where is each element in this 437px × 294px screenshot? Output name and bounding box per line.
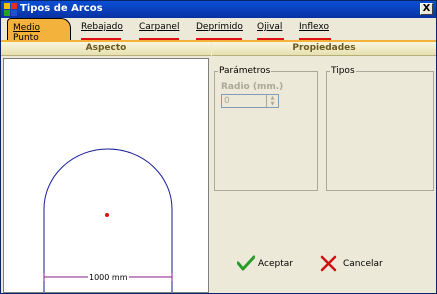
tab-medio-punto[interactable]: Medio Punto	[7, 18, 71, 43]
tab-carpanel[interactable]: Carpanel	[139, 22, 179, 40]
tab-label: Deprimido	[196, 22, 243, 32]
spin-down-icon[interactable]: ▼	[267, 101, 278, 107]
tab-rebajado[interactable]: Rebajado	[81, 22, 123, 40]
cancel-button[interactable]: Cancelar	[320, 255, 390, 273]
radio-value: 0	[224, 96, 230, 106]
parametros-legend: Parámetros	[218, 66, 272, 76]
tab-deprimido[interactable]: Deprimido	[196, 22, 243, 40]
tab-label: Inflexo	[299, 22, 329, 32]
tipos-de-arcos-dialog: Tipos de Arcos X Medio Punto Rebajado Ca…	[0, 0, 437, 294]
propiedades-header: Propiedades	[212, 42, 436, 56]
radio-spinner[interactable]: 0 ▲ ▼	[221, 94, 279, 108]
arch-preview-canvas: 1000 mm	[3, 58, 209, 293]
tab-label: Rebajado	[81, 22, 123, 32]
checkmark-icon	[237, 255, 255, 271]
arch-drawing	[43, 148, 173, 292]
tipos-legend: Tipos	[330, 66, 356, 76]
cancel-label: Cancelar	[343, 259, 383, 269]
cross-icon	[320, 255, 337, 272]
arch-outline	[43, 148, 173, 292]
title-bar[interactable]: Tipos de Arcos X	[1, 1, 436, 18]
radio-label: Radio (mm.)	[221, 82, 284, 92]
tab-inflexo[interactable]: Inflexo	[299, 22, 331, 40]
tab-label: Ojival	[257, 22, 283, 32]
parametros-group: Parámetros Radio (mm.) 0 ▲ ▼	[214, 66, 318, 191]
tab-ojival[interactable]: Ojival	[257, 22, 284, 40]
accept-button[interactable]: Aceptar	[237, 255, 307, 273]
aspecto-header: Aspecto	[1, 42, 211, 56]
window-title: Tipos de Arcos	[20, 3, 103, 14]
spinner-buttons[interactable]: ▲ ▼	[266, 95, 278, 107]
tab-label: Carpanel	[139, 22, 180, 32]
close-button[interactable]: X	[420, 3, 433, 15]
arch-type-tabs: Medio Punto Rebajado Carpanel Deprimido …	[1, 18, 436, 43]
dimension-label: 1000 mm	[88, 273, 129, 282]
arch-center-point	[105, 213, 109, 217]
tipos-group: Tipos	[326, 66, 434, 191]
app-icon	[4, 3, 17, 16]
accept-label: Aceptar	[258, 259, 293, 269]
